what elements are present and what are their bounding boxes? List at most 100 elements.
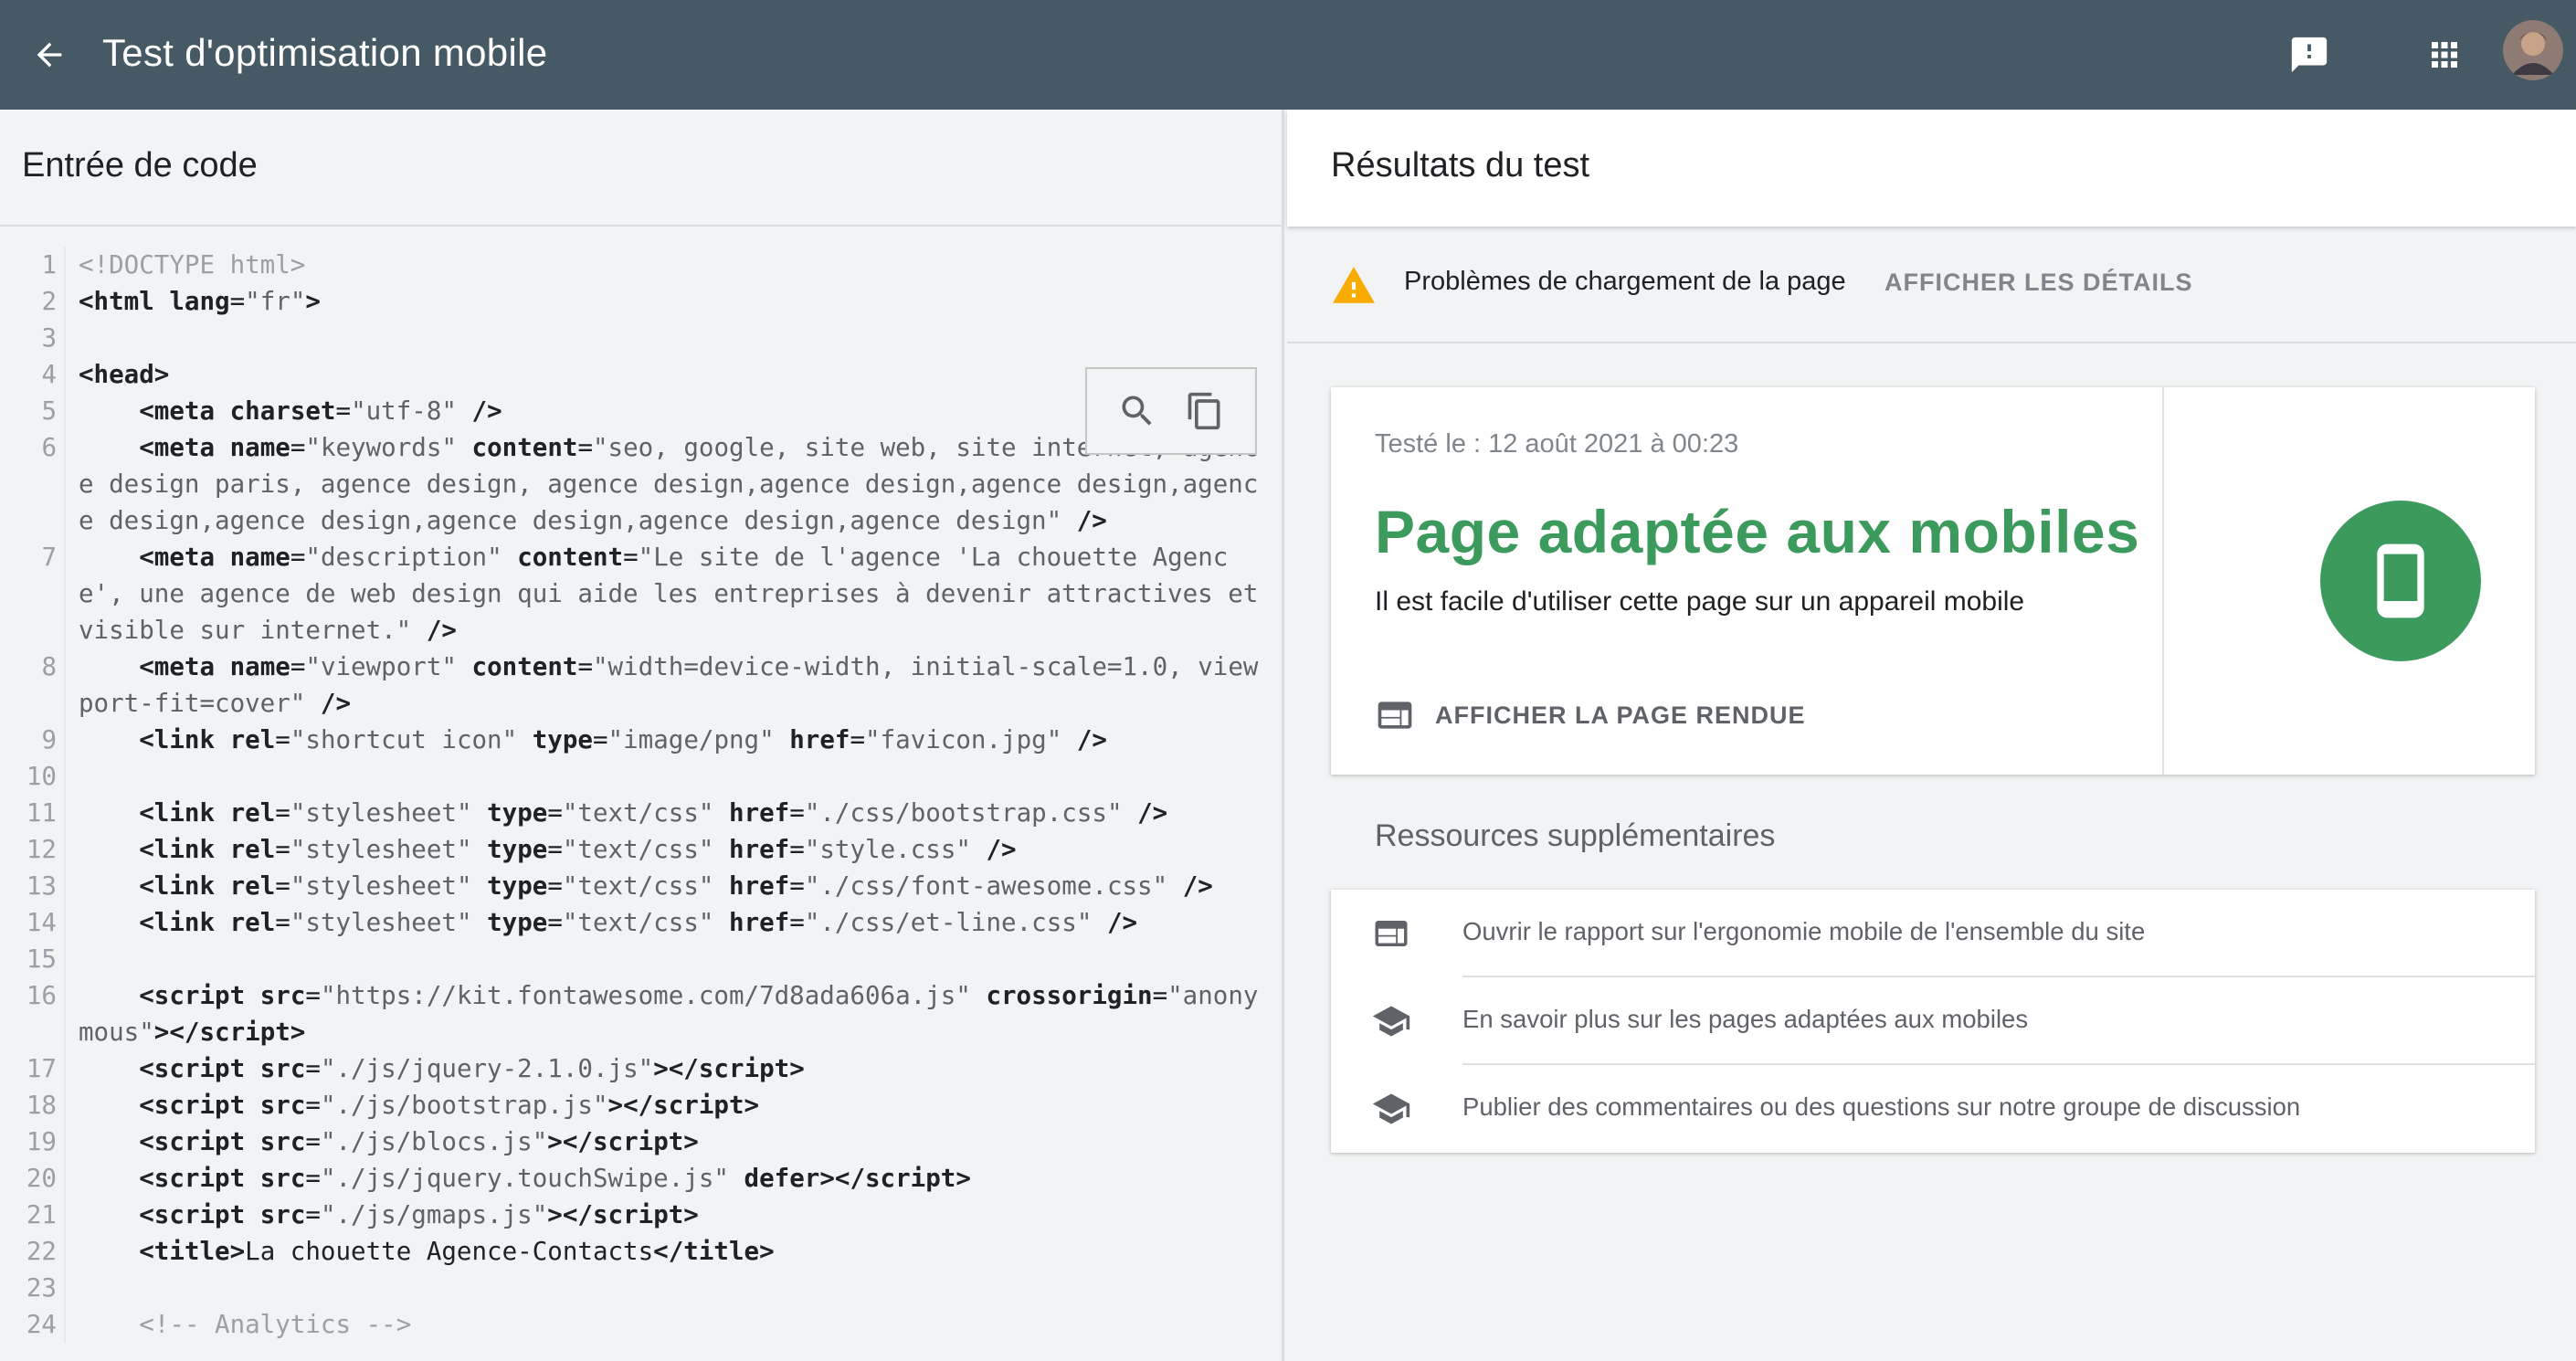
code-input-pane: Entrée de code 1 <!DOCTYPE html> 2 <html la… <box>0 110 1284 1361</box>
code-text: <link rel="stylesheet" type="text/css" h… <box>64 868 1282 904</box>
line-number: 17 <box>26 1054 57 1083</box>
code-line: 14 <link rel="stylesheet" type="text/css… <box>0 904 1282 941</box>
code-line: 3​ <box>0 320 1282 356</box>
verdict-subtitle: Il est facile d'utiliser cette page sur … <box>1375 586 2025 617</box>
code-line: 24 <!-- Analytics --> <box>0 1306 1282 1343</box>
code-text: ​ <box>64 320 1282 356</box>
code-text: <script src="./js/gmaps.js"></script> <box>64 1197 1282 1233</box>
code-text: ​ <box>64 758 1282 795</box>
code-input-header: Entrée de code <box>0 110 1284 227</box>
code-text: <html lang="fr"> <box>64 283 1282 320</box>
mobile-friendly-phone-icon <box>2320 501 2481 661</box>
line-number: 4 <box>41 360 57 389</box>
line-number: 6 <box>41 433 57 462</box>
code-input-title: Entrée de code <box>22 146 258 185</box>
code-line: 9 <link rel="shortcut icon" type="image/… <box>0 722 1282 758</box>
line-number: 13 <box>26 871 57 901</box>
results-title: Résultats du test <box>1331 146 1590 185</box>
resource-label: Ouvrir le rapport sur l'ergonomie mobile… <box>1462 917 2146 945</box>
resource-item-learn-more[interactable]: En savoir plus sur les pages adaptées au… <box>1331 977 2535 1065</box>
code-line: 11 <link rel="stylesheet" type="text/css… <box>0 795 1282 831</box>
warning-text: Problèmes de chargement de la page <box>1404 267 1846 296</box>
line-number: 3 <box>41 323 57 353</box>
code-line: 13 <link rel="stylesheet" type="text/css… <box>0 868 1282 904</box>
code-text: <title>La chouette Agence-Contacts</titl… <box>64 1233 1282 1270</box>
code-line: 2 <html lang="fr"> <box>0 283 1282 320</box>
school-icon <box>1371 1089 1411 1129</box>
back-arrow-icon[interactable] <box>22 27 77 82</box>
line-number: 22 <box>26 1237 57 1266</box>
show-details-link[interactable]: AFFICHER LES DÉTAILS <box>1884 269 2193 297</box>
resource-item-discussion-group[interactable]: Publier des commentaires ou des question… <box>1331 1065 2535 1153</box>
line-number: 20 <box>26 1164 57 1193</box>
feedback-icon[interactable] <box>2278 24 2340 86</box>
code-line: 19 <script src="./js/blocs.js"></script> <box>0 1124 1282 1160</box>
line-number: 18 <box>26 1091 57 1120</box>
card-divider <box>2162 387 2164 775</box>
line-number: 8 <box>41 652 57 681</box>
resources-list: Ouvrir le rapport sur l'ergonomie mobile… <box>1331 890 2535 1153</box>
line-number: 9 <box>41 725 57 754</box>
avatar[interactable] <box>2503 20 2563 80</box>
code-text: <!DOCTYPE html> <box>64 247 1282 283</box>
line-number: 10 <box>26 762 57 791</box>
resource-label: En savoir plus sur les pages adaptées au… <box>1462 1005 2029 1033</box>
code-line: 21 <script src="./js/gmaps.js"></script> <box>0 1197 1282 1233</box>
code-line: 16 <script src="https://kit.fontawesome.… <box>0 977 1282 1050</box>
line-number: 23 <box>26 1273 57 1303</box>
show-rendered-page-label: AFFICHER LA PAGE RENDUE <box>1435 701 1806 729</box>
copy-icon[interactable] <box>1180 386 1230 436</box>
search-icon[interactable] <box>1113 386 1162 436</box>
line-number: 16 <box>26 981 57 1010</box>
code-text: <meta name="viewport" content="width=dev… <box>64 649 1282 722</box>
show-rendered-page-button[interactable]: AFFICHER LA PAGE RENDUE <box>1375 692 1806 738</box>
code-text: <link rel="stylesheet" type="text/css" h… <box>64 831 1282 868</box>
result-card: Testé le : 12 août 2021 à 00:23 Page ada… <box>1331 387 2535 775</box>
code-text: <script src="./js/blocs.js"></script> <box>64 1124 1282 1160</box>
school-icon <box>1371 1001 1411 1041</box>
report-icon <box>1371 913 1411 954</box>
app-title: Test d'optimisation mobile <box>102 31 548 74</box>
code-line: 23​ <box>0 1270 1282 1306</box>
line-number: 19 <box>26 1127 57 1156</box>
line-number: 1 <box>41 250 57 280</box>
code-text: <meta name="description" content="Le sit… <box>64 539 1282 649</box>
code-line: 18 <script src="./js/bootstrap.js"></scr… <box>0 1087 1282 1124</box>
test-date: Testé le : 12 août 2021 à 00:23 <box>1375 429 1739 459</box>
line-number: 11 <box>26 798 57 828</box>
code-text: <script src="./js/jquery.touchSwipe.js" … <box>64 1160 1282 1197</box>
app-bar: Test d'optimisation mobile <box>0 0 2576 110</box>
code-line: 8 <meta name="viewport" content="width=d… <box>0 649 1282 722</box>
line-number: 15 <box>26 944 57 974</box>
results-pane: Résultats du test Problèmes de chargemen… <box>1287 110 2576 1361</box>
code-line: 22 <title>La chouette Agence-Contacts</t… <box>0 1233 1282 1270</box>
code-text: <script src="./js/bootstrap.js"></script… <box>64 1087 1282 1124</box>
page-loading-warning: Problèmes de chargement de la page AFFIC… <box>1287 232 2576 343</box>
line-number: 5 <box>41 396 57 426</box>
code-text: ​ <box>64 1270 1282 1306</box>
verdict-title: Page adaptée aux mobiles <box>1375 498 2140 565</box>
resources-title: Ressources supplémentaires <box>1375 818 1776 853</box>
code-text: <link rel="stylesheet" type="text/css" h… <box>64 795 1282 831</box>
line-number: 24 <box>26 1310 57 1339</box>
code-line: 7 <meta name="description" content="Le s… <box>0 539 1282 649</box>
code-line: 10​ <box>0 758 1282 795</box>
code-text: <!-- Analytics --> <box>64 1306 1282 1343</box>
apps-grid-icon[interactable] <box>2413 24 2476 86</box>
code-text: <script src="https://kit.fontawesome.com… <box>64 977 1282 1050</box>
code-text: <script src="./js/jquery-2.1.0.js"></scr… <box>64 1050 1282 1087</box>
code-line: 1 <!DOCTYPE html> <box>0 247 1282 283</box>
results-header: Résultats du test <box>1287 110 2576 227</box>
code-toolbar <box>1085 367 1257 455</box>
code-text: <link rel="shortcut icon" type="image/pn… <box>64 722 1282 758</box>
resource-item-site-report[interactable]: Ouvrir le rapport sur l'ergonomie mobile… <box>1331 890 2535 977</box>
code-line: 15​ <box>0 941 1282 977</box>
line-number: 14 <box>26 908 57 937</box>
code-line: 12 <link rel="stylesheet" type="text/css… <box>0 831 1282 868</box>
warning-icon <box>1331 263 1377 309</box>
code-text: ​ <box>64 941 1282 977</box>
line-number: 2 <box>41 287 57 316</box>
code-line: 20 <script src="./js/jquery.touchSwipe.j… <box>0 1160 1282 1197</box>
line-number: 12 <box>26 835 57 864</box>
code-line: 17 <script src="./js/jquery-2.1.0.js"></… <box>0 1050 1282 1087</box>
